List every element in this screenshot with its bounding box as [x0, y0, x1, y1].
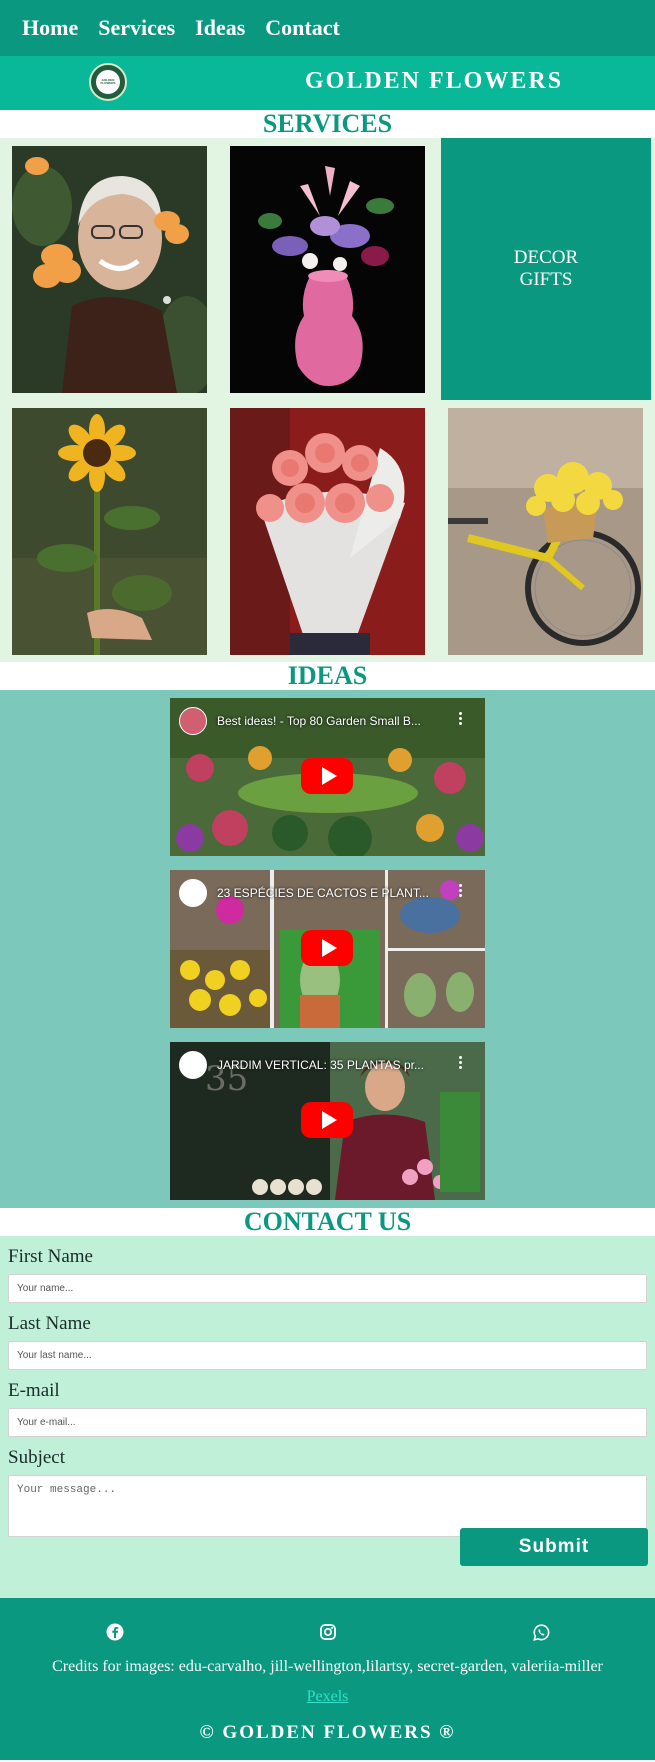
instagram-icon[interactable] [318, 1622, 338, 1642]
smiling-woman-with-flowers-photo [12, 146, 207, 393]
more-options-icon[interactable] [459, 712, 463, 728]
services-gallery: DECOR GIFTS [0, 138, 655, 662]
video-embed-vertical-garden[interactable]: 35 JARDIM VERTICAL: 35 PLANTAS pr... [170, 1042, 485, 1200]
bicycle-flower-basket-photo [448, 408, 643, 655]
image-credits: Credits for images: edu-carvalho, jill-w… [52, 1658, 603, 1675]
channel-avatar[interactable] [179, 707, 207, 735]
brand-logo-mark: GOLDEN FLOWERS [96, 70, 120, 94]
channel-avatar[interactable] [179, 1051, 207, 1079]
decor-label: DECOR [513, 247, 579, 268]
copyright: © GOLDEN FLOWERS ® [199, 1722, 456, 1743]
services-heading: SERVICES [262, 109, 393, 138]
video-embed-cactus[interactable]: 23 ESPÉCIES DE CACTOS E PLANT... [170, 870, 485, 1028]
nav-services-link[interactable]: Services [98, 15, 175, 41]
brand-bar: GOLDEN FLOWERS GOLDEN FLOWERS [0, 56, 655, 110]
first-name-input[interactable] [8, 1274, 647, 1303]
first-name-label: First Name [8, 1246, 93, 1267]
pink-rose-bouquet-image [230, 408, 425, 655]
facebook-icon[interactable] [105, 1622, 125, 1642]
main-nav: Home Services Ideas Contact [0, 0, 655, 56]
site-footer: Credits for images: edu-carvalho, jill-w… [0, 1598, 655, 1760]
last-name-label: Last Name [8, 1313, 91, 1334]
pink-vase-bouquet-photo [230, 146, 425, 393]
submit-button[interactable]: Submit [460, 1528, 648, 1566]
brand-title: GOLDEN FLOWERS [305, 68, 564, 94]
pexels-link-wrapper: Pexels [0, 1688, 655, 1706]
smiling-woman-image [12, 146, 207, 393]
video-title[interactable]: JARDIM VERTICAL: 35 PLANTAS pr... [217, 1058, 424, 1072]
whatsapp-icon[interactable] [531, 1622, 551, 1642]
nav-ideas-link[interactable]: Ideas [195, 15, 245, 41]
email-label: E-mail [8, 1380, 60, 1401]
video-embed-garden[interactable]: Best ideas! - Top 80 Garden Small B... [170, 698, 485, 856]
email-input[interactable] [8, 1408, 647, 1437]
ideas-heading: IDEAS [287, 661, 368, 690]
pink-rose-bouquet-photo [230, 408, 425, 655]
pink-vase-image [230, 146, 425, 393]
channel-avatar[interactable] [179, 879, 207, 907]
brand-logo-text: GOLDEN FLOWERS [100, 78, 116, 85]
pexels-link[interactable]: Pexels [307, 1688, 349, 1705]
gifts-label: GIFTS [519, 269, 573, 290]
bicycle-image [448, 408, 643, 655]
video-title[interactable]: 23 ESPÉCIES DE CACTOS E PLANT... [217, 886, 429, 900]
decor-gifts-card: DECOR GIFTS [441, 138, 651, 400]
ideas-videos: Best ideas! - Top 80 Garden Small B... 2… [0, 690, 655, 1208]
sunflower-photo [12, 408, 207, 655]
nav-home-link[interactable]: Home [22, 15, 78, 41]
subject-label: Subject [8, 1447, 65, 1468]
youtube-play-button[interactable] [301, 1102, 353, 1138]
contact-form: First Name Last Name E-mail Subject Subm… [0, 1236, 655, 1598]
last-name-input[interactable] [8, 1341, 647, 1370]
nav-contact-link[interactable]: Contact [265, 15, 340, 41]
brand-logo: GOLDEN FLOWERS [89, 63, 127, 101]
sunflower-image [12, 408, 207, 655]
more-options-icon[interactable] [459, 884, 463, 900]
more-options-icon[interactable] [459, 1056, 463, 1072]
youtube-play-button[interactable] [301, 758, 353, 794]
video-title[interactable]: Best ideas! - Top 80 Garden Small B... [217, 714, 421, 728]
youtube-play-button[interactable] [301, 930, 353, 966]
contact-heading: CONTACT US [243, 1207, 412, 1236]
